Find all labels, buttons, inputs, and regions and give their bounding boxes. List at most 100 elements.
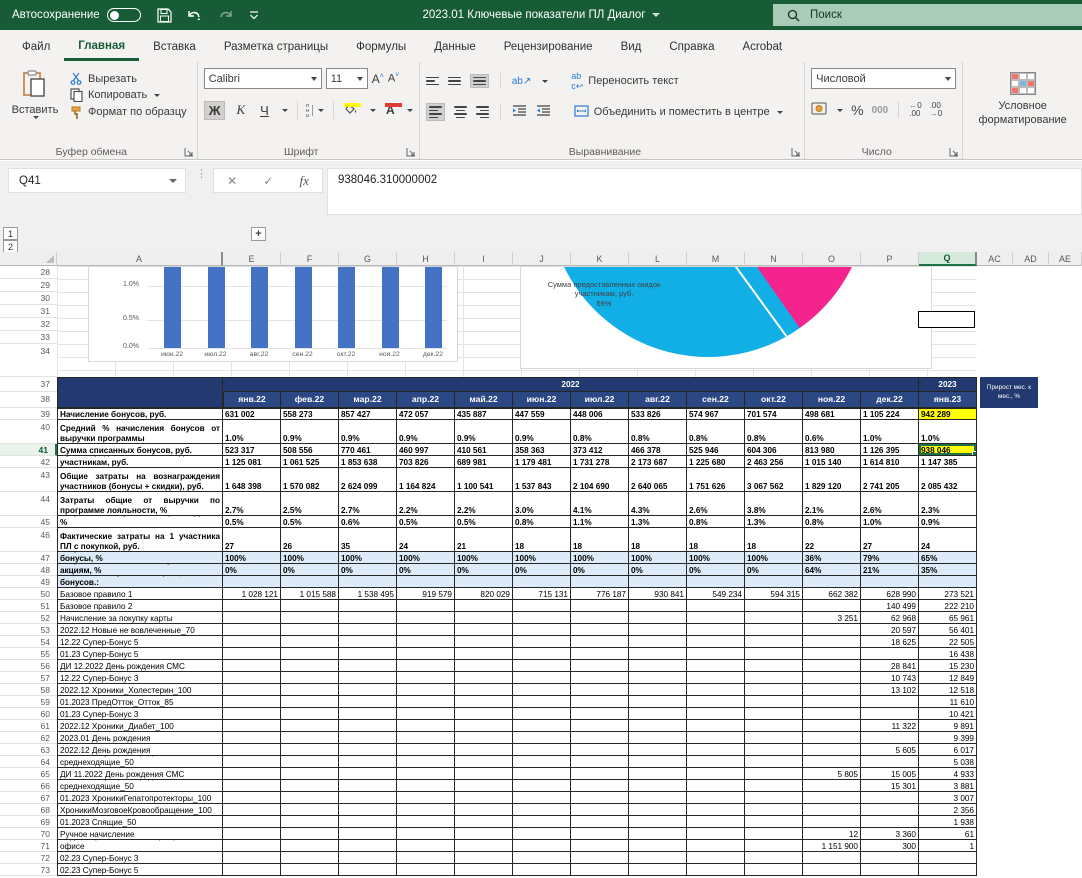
cell-r63c4[interactable] bbox=[455, 744, 513, 756]
search-box[interactable]: Поиск bbox=[773, 4, 1082, 26]
cell-r62c11[interactable] bbox=[861, 732, 919, 744]
row-label[interactable]: Затраты общие от выручки по программе ло… bbox=[57, 492, 223, 516]
cell-r49c2[interactable] bbox=[339, 576, 397, 588]
month-header-ноя.22[interactable]: ноя.22 bbox=[803, 392, 861, 408]
cell-r44c7[interactable]: 4.3% bbox=[629, 492, 687, 516]
formula-input[interactable]: 938046.310000002 bbox=[327, 168, 1082, 215]
cell-r45c7[interactable]: 1.3% bbox=[629, 516, 687, 528]
row-header-62[interactable]: 62 bbox=[0, 732, 57, 744]
cell-r50c12[interactable]: 273 521 bbox=[919, 588, 977, 600]
cell-r51c2[interactable] bbox=[339, 600, 397, 612]
row-label[interactable]: 12.22 Супер-Бонус 5 bbox=[57, 636, 223, 648]
cell-r70c6[interactable] bbox=[571, 828, 629, 840]
row-label[interactable]: Затраты на списания. Бонусы по акциям, % bbox=[57, 564, 223, 576]
cell-r69c7[interactable] bbox=[629, 816, 687, 828]
cell-r72c6[interactable] bbox=[571, 852, 629, 864]
cancel-icon[interactable]: ✕ bbox=[227, 174, 237, 188]
align-right-icon[interactable] bbox=[476, 106, 489, 118]
cell-r72c7[interactable] bbox=[629, 852, 687, 864]
clipboard-dialog-launcher-icon[interactable] bbox=[184, 147, 194, 157]
cell-r72c5[interactable] bbox=[513, 852, 571, 864]
cell-r48c0[interactable]: 0% bbox=[223, 564, 281, 576]
align-left-icon[interactable] bbox=[426, 103, 445, 121]
row-header-47[interactable]: 47 bbox=[0, 552, 57, 564]
cell-r66c0[interactable] bbox=[223, 780, 281, 792]
cell-r55c2[interactable] bbox=[339, 648, 397, 660]
cell-r72c9[interactable] bbox=[745, 852, 803, 864]
outline-level-1-button[interactable]: 1 bbox=[3, 227, 18, 240]
font-color-icon[interactable]: А bbox=[383, 103, 398, 117]
cell-r57c8[interactable] bbox=[687, 672, 745, 684]
column-header-J[interactable]: J bbox=[513, 252, 571, 266]
name-box-dropdown-icon[interactable] bbox=[169, 179, 177, 183]
cell-r65c11[interactable]: 15 005 bbox=[861, 768, 919, 780]
cell-r39c7[interactable]: 533 826 bbox=[629, 408, 687, 420]
cell-r41c7[interactable]: 466 378 bbox=[629, 444, 687, 456]
cell-r39c5[interactable]: 447 559 bbox=[513, 408, 571, 420]
accounting-dropdown-icon[interactable] bbox=[837, 109, 843, 112]
cell-r70c1[interactable] bbox=[281, 828, 339, 840]
tab-Данные[interactable]: Данные bbox=[420, 33, 490, 59]
column-header-L[interactable]: L bbox=[629, 252, 687, 266]
cell-r44c5[interactable]: 3.0% bbox=[513, 492, 571, 516]
row-header-30[interactable]: 30 bbox=[0, 292, 57, 305]
cell-r65c2[interactable] bbox=[339, 768, 397, 780]
cell-r66c6[interactable] bbox=[571, 780, 629, 792]
cell-r51c11[interactable]: 140 499 bbox=[861, 600, 919, 612]
cell-r59c2[interactable] bbox=[339, 696, 397, 708]
cell-r43c8[interactable]: 1 751 626 bbox=[687, 468, 745, 492]
cell-r41c4[interactable]: 410 561 bbox=[455, 444, 513, 456]
cell-r71c9[interactable] bbox=[745, 840, 803, 852]
cell-r72c8[interactable] bbox=[687, 852, 745, 864]
cell-r52c8[interactable] bbox=[687, 612, 745, 624]
cell-r46c7[interactable]: 18 bbox=[629, 528, 687, 552]
cell-r42c12[interactable]: 1 147 385 bbox=[919, 456, 977, 468]
cell-r68c1[interactable] bbox=[281, 804, 339, 816]
cell-r39c1[interactable]: 558 273 bbox=[281, 408, 339, 420]
cell-r43c9[interactable]: 3 067 562 bbox=[745, 468, 803, 492]
row-label[interactable]: 2023.01 День рождения bbox=[57, 732, 223, 744]
cell-r45c6[interactable]: 1.1% bbox=[571, 516, 629, 528]
cell-r64c11[interactable] bbox=[861, 756, 919, 768]
cell-r69c1[interactable] bbox=[281, 816, 339, 828]
cell-r64c2[interactable] bbox=[339, 756, 397, 768]
cell-r41c11[interactable]: 1 126 395 bbox=[861, 444, 919, 456]
cell-r70c9[interactable] bbox=[745, 828, 803, 840]
cell-r45c5[interactable]: 0.8% bbox=[513, 516, 571, 528]
cell-r46c8[interactable]: 18 bbox=[687, 528, 745, 552]
cell-r42c1[interactable]: 1 061 525 bbox=[281, 456, 339, 468]
cell-r60c9[interactable] bbox=[745, 708, 803, 720]
paste-dropdown-icon[interactable] bbox=[33, 116, 39, 119]
cell-r62c0[interactable] bbox=[223, 732, 281, 744]
cell-r58c3[interactable] bbox=[397, 684, 455, 696]
row-header-51[interactable]: 51 bbox=[0, 600, 57, 612]
cell-r49c4[interactable] bbox=[455, 576, 513, 588]
cell-r49c5[interactable] bbox=[513, 576, 571, 588]
cell-r57c4[interactable] bbox=[455, 672, 513, 684]
cell-r52c0[interactable] bbox=[223, 612, 281, 624]
cell-r69c0[interactable] bbox=[223, 816, 281, 828]
cell-r47c9[interactable]: 100% bbox=[745, 552, 803, 564]
cell-r46c12[interactable]: 24 bbox=[919, 528, 977, 552]
cell-r58c9[interactable] bbox=[745, 684, 803, 696]
cell-r53c4[interactable] bbox=[455, 624, 513, 636]
cell-r73c1[interactable] bbox=[281, 864, 339, 876]
cell-r47c4[interactable]: 100% bbox=[455, 552, 513, 564]
redo-icon[interactable] bbox=[217, 8, 234, 23]
cell-r68c10[interactable] bbox=[803, 804, 861, 816]
cell-r71c2[interactable] bbox=[339, 840, 397, 852]
cut-button[interactable]: Вырезать bbox=[70, 72, 187, 85]
cell-r64c1[interactable] bbox=[281, 756, 339, 768]
month-header-окт.22[interactable]: окт.22 bbox=[745, 392, 803, 408]
cell-r44c6[interactable]: 4.1% bbox=[571, 492, 629, 516]
cell-r56c0[interactable] bbox=[223, 660, 281, 672]
cell-r69c9[interactable] bbox=[745, 816, 803, 828]
cell-r48c11[interactable]: 21% bbox=[861, 564, 919, 576]
cell-r51c6[interactable] bbox=[571, 600, 629, 612]
cell-r51c3[interactable] bbox=[397, 600, 455, 612]
cell-r71c7[interactable] bbox=[629, 840, 687, 852]
cell-r61c4[interactable] bbox=[455, 720, 513, 732]
month-header-сен.22[interactable]: сен.22 bbox=[687, 392, 745, 408]
row-header-68[interactable]: 68 bbox=[0, 804, 57, 816]
row-header-52[interactable]: 52 bbox=[0, 612, 57, 624]
